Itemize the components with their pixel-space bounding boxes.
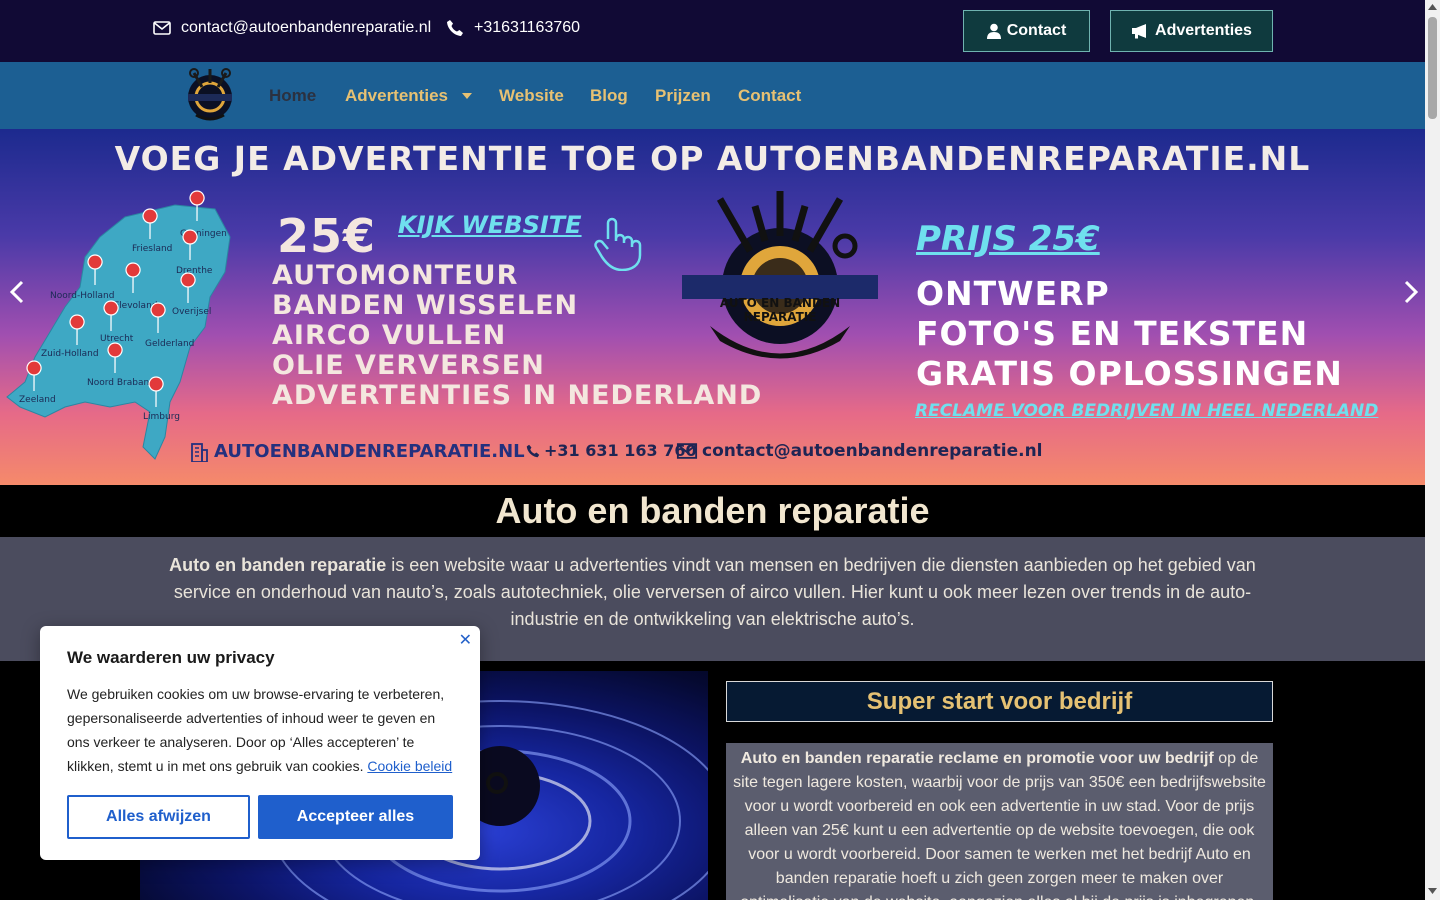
hero-price-left: 25€ bbox=[277, 209, 377, 263]
phone-icon bbox=[447, 20, 463, 36]
super-start-text: Auto en banden reparatie reclame en prom… bbox=[726, 743, 1273, 900]
hero-bottom-site: AUTOENBANDENREPARATIE.NL bbox=[214, 441, 525, 462]
nav-website-label: Website bbox=[499, 86, 564, 105]
hero-offer-3: GRATIS OPLOSSINGEN bbox=[916, 354, 1343, 393]
megaphone-icon bbox=[1132, 24, 1147, 39]
scroll-up-icon[interactable] bbox=[1428, 4, 1437, 10]
intro-bold: Auto en banden reparatie bbox=[169, 555, 387, 575]
cookie-body: We gebruiken cookies om uw browse-ervari… bbox=[67, 682, 459, 778]
super-start-heading: Super start voor bedrijf bbox=[866, 688, 1133, 715]
hero-offer-1: ONTWERP bbox=[916, 274, 1110, 313]
nav-blog-label: Blog bbox=[590, 86, 628, 105]
top-phone-text: +31631163760 bbox=[474, 19, 581, 36]
nav-contact-label: Contact bbox=[738, 86, 802, 105]
hero-bottom-email-row: contact@autoenbandenreparatie.nl bbox=[676, 441, 1043, 461]
advertenties-button[interactable]: Advertenties bbox=[1110, 10, 1273, 52]
nav-prijzen[interactable]: Prijzen bbox=[655, 86, 711, 106]
top-phone[interactable]: +31631163760 bbox=[446, 19, 580, 37]
close-icon[interactable]: ✕ bbox=[459, 630, 472, 650]
super-start-rest: op de site tegen lagere kosten, waarbij … bbox=[733, 750, 1266, 900]
envelope-icon bbox=[153, 21, 171, 35]
slider-next-arrow[interactable] bbox=[1396, 277, 1424, 307]
top-bar: contact@autoenbandenreparatie.nl +316311… bbox=[0, 0, 1425, 62]
scroll-thumb[interactable] bbox=[1428, 17, 1437, 119]
user-icon bbox=[986, 23, 1001, 39]
cookie-consent-banner: ✕ We waarderen uw privacy We gebruiken c… bbox=[40, 626, 480, 860]
nav-advertenties[interactable]: Advertenties bbox=[345, 86, 472, 106]
hero-slider[interactable]: VOEG JE ADVERTENTIE TOE OP AUTOENBANDENR… bbox=[0, 129, 1425, 485]
hero-kijk-website[interactable]: KIJK WEBSITE bbox=[398, 211, 582, 239]
super-start-heading-box: Super start voor bedrijf bbox=[726, 681, 1273, 722]
page-title: Auto en banden reparatie bbox=[495, 490, 930, 531]
top-email[interactable]: contact@autoenbandenreparatie.nl bbox=[153, 19, 431, 37]
hero-bottom-site-row: AUTOENBANDENREPARATIE.NL bbox=[190, 441, 525, 462]
nav-advertenties-label: Advertenties bbox=[345, 86, 448, 105]
nav-home[interactable]: Home bbox=[269, 86, 316, 106]
contact-button[interactable]: Contact bbox=[963, 10, 1090, 52]
scroll-down-icon[interactable] bbox=[1428, 888, 1437, 894]
top-email-text: contact@autoenbandenreparatie.nl bbox=[181, 19, 432, 36]
hero-offers: ONTWERP FOTO'S EN TEKSTEN GRATIS OPLOSSI… bbox=[916, 274, 1343, 394]
cookie-policy-link[interactable]: Cookie beleid bbox=[367, 758, 452, 774]
phone-icon bbox=[526, 444, 540, 457]
cookie-title: We waarderen uw privacy bbox=[67, 648, 275, 667]
envelope-icon bbox=[676, 443, 698, 459]
advertenties-button-label: Advertenties bbox=[1155, 22, 1252, 39]
nav-blog[interactable]: Blog bbox=[590, 86, 628, 106]
hero-service-5: ADVERTENTIES IN NEDERLAND bbox=[272, 380, 763, 411]
nav-home-label: Home bbox=[269, 86, 317, 105]
hero-logo-text: AUTO EN BANDEN REPARATIE bbox=[719, 296, 841, 324]
page-scrollbar[interactable] bbox=[1425, 0, 1440, 900]
hero-prijs: PRIJS 25€ bbox=[916, 219, 1100, 259]
main-nav: Home Advertenties Website Blog Prijzen C… bbox=[0, 62, 1425, 129]
intro-text: Auto en banden reparatie is een website … bbox=[143, 552, 1283, 633]
nav-contact[interactable]: Contact bbox=[738, 86, 801, 106]
nav-prijzen-label: Prijzen bbox=[655, 86, 711, 105]
chevron-right-icon bbox=[1404, 280, 1419, 304]
hero-center-logo bbox=[682, 191, 878, 359]
reject-all-button[interactable]: Alles afwijzen bbox=[67, 795, 250, 839]
building-icon bbox=[191, 442, 208, 462]
map-pins bbox=[26, 190, 205, 408]
slider-prev-arrow[interactable] bbox=[4, 277, 32, 307]
super-start-bold: Auto en banden reparatie reclame en prom… bbox=[740, 750, 1214, 767]
hero-offer-2: FOTO'S EN TEKSTEN bbox=[916, 314, 1309, 353]
caret-down-icon bbox=[461, 93, 472, 99]
hero-bottom-phone-row: +31 631 163 760 bbox=[526, 441, 697, 460]
hero-reclame: RECLAME VOOR BEDRIJVEN IN HEEL NEDERLAND bbox=[915, 401, 1379, 421]
site-logo[interactable] bbox=[176, 65, 244, 125]
main-heading-band: Auto en banden reparatie bbox=[0, 485, 1425, 537]
hero-bottom-email: contact@autoenbandenreparatie.nl bbox=[702, 441, 1043, 461]
accept-all-button[interactable]: Accepteer alles bbox=[258, 795, 453, 839]
chevron-left-icon bbox=[9, 280, 24, 304]
hero-bottom-phone: +31 631 163 760 bbox=[544, 441, 697, 460]
contact-button-label: Contact bbox=[1006, 22, 1067, 39]
nav-website[interactable]: Website bbox=[499, 86, 564, 106]
